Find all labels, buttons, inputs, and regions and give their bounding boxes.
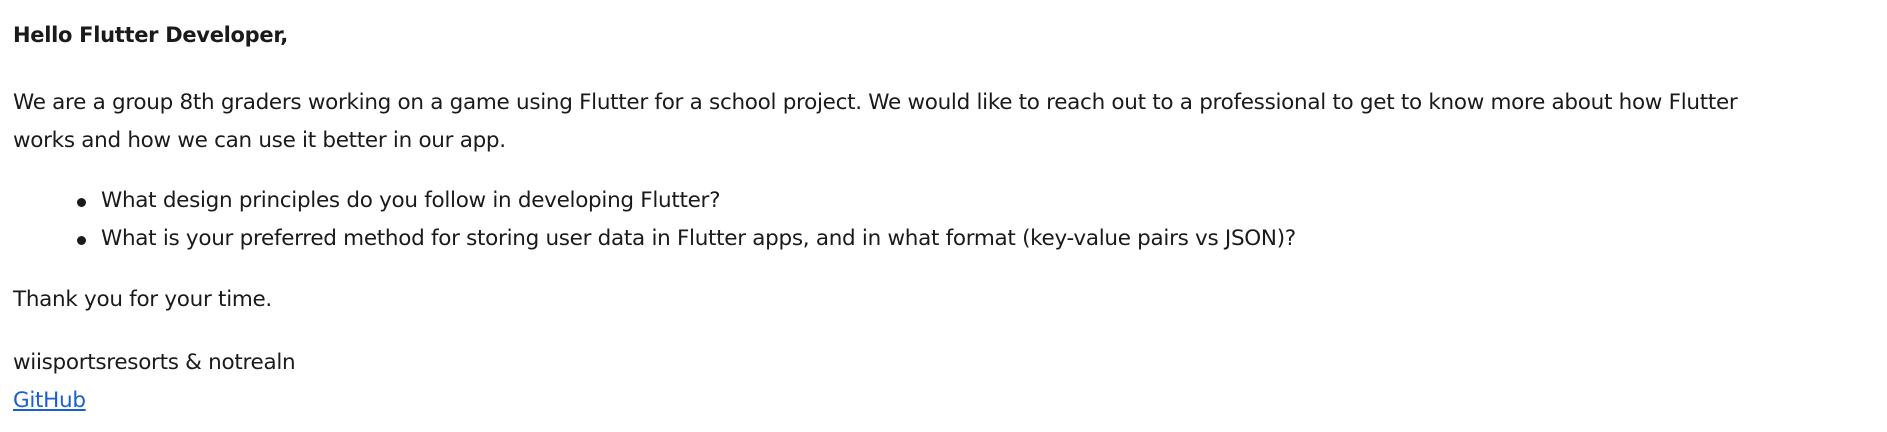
question-text: What design principles do you follow in …: [101, 188, 721, 213]
signature-names: wiisportsresorts & notrealn: [13, 350, 296, 375]
intro-line-2: works and how we can use it better in ou…: [13, 128, 506, 153]
github-link[interactable]: GitHub: [13, 382, 295, 420]
question-text: What is your preferred method for storin…: [101, 226, 1296, 251]
intro-paragraph: We are a group 8th graders working on a …: [13, 84, 1887, 160]
bullet-icon: [77, 198, 86, 207]
closing-line: Thank you for your time.: [13, 287, 272, 312]
intro-line-1: We are a group 8th graders working on a …: [13, 90, 1738, 115]
list-item: What is your preferred method for storin…: [13, 220, 1296, 258]
questions-list: What design principles do you follow in …: [13, 182, 1296, 258]
greeting-heading: Hello Flutter Developer,: [13, 23, 288, 47]
signature-block: wiisportsresorts & notrealn GitHub: [13, 344, 296, 420]
list-item: What design principles do you follow in …: [13, 182, 1296, 220]
bullet-icon: [77, 236, 86, 245]
